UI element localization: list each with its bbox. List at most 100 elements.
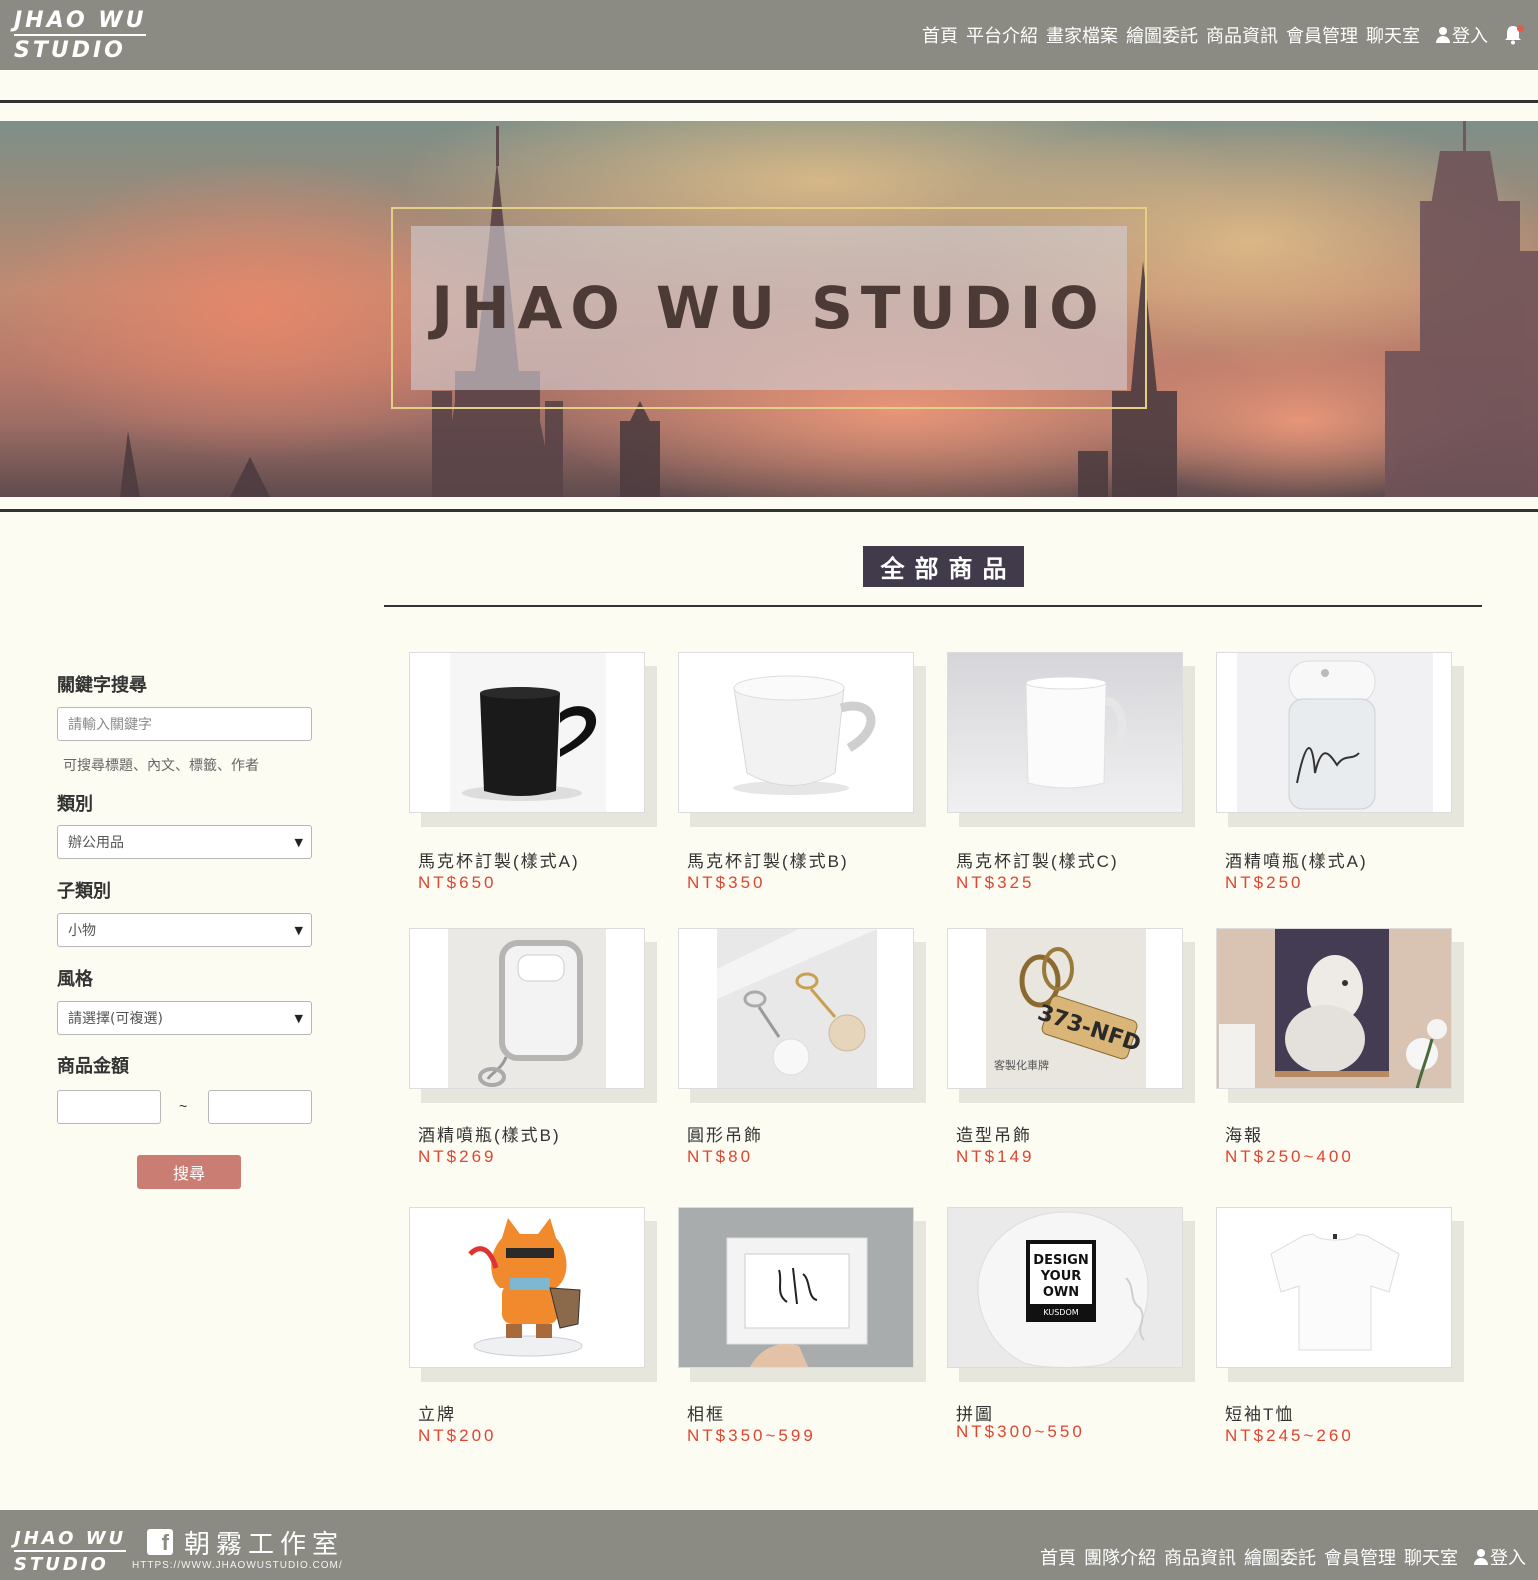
footer-nav-member-management[interactable]: 會員管理	[1324, 1544, 1396, 1570]
product-image[interactable]	[409, 928, 645, 1089]
keychain-caption: 客製化車牌	[994, 1058, 1049, 1072]
product-price: NT$149	[956, 1147, 1035, 1166]
hero-banner: JHAO WU STUDIO	[0, 121, 1538, 497]
footer-nav-home[interactable]: 首頁	[1040, 1544, 1076, 1570]
user-icon	[1436, 27, 1450, 43]
footer-nav-chatroom[interactable]: 聊天室	[1404, 1544, 1458, 1570]
product-card[interactable]	[1216, 928, 1464, 1103]
product-price: NT$269	[418, 1147, 497, 1166]
footer-nav: 首頁 團隊介紹 商品資訊 繪圖委託 會員管理 聊天室 登入	[1040, 1544, 1526, 1570]
product-name[interactable]: 酒精噴瓶(樣式A)	[1225, 847, 1368, 872]
search-button[interactable]: 搜尋	[137, 1155, 241, 1189]
product-image[interactable]	[947, 652, 1183, 813]
nav-product-info[interactable]: 商品資訊	[1206, 22, 1278, 48]
product-card[interactable]	[409, 1207, 657, 1382]
product-image[interactable]	[678, 1207, 914, 1368]
price-max-input[interactable]	[208, 1090, 312, 1124]
product-card[interactable]: 373-NFD 客製化車牌	[947, 928, 1195, 1103]
product-price: NT$250	[1225, 873, 1304, 892]
product-price: NT$245~260	[1225, 1426, 1354, 1445]
nav-artist-profiles[interactable]: 畫家檔案	[1046, 22, 1118, 48]
category-select[interactable]: 辦公用品 ▼	[57, 825, 312, 859]
logo-line2: STUDIO	[14, 38, 126, 63]
main-nav: 首頁 平台介紹 畫家檔案 繪圖委託 商品資訊 會員管理 聊天室 登入	[922, 22, 1524, 48]
product-name[interactable]: 海報	[1225, 1121, 1263, 1146]
product-image[interactable]	[678, 928, 914, 1089]
logo-line1: JHAO WU	[14, 10, 147, 36]
product-price: NT$300~550	[956, 1422, 1085, 1441]
studio-logo[interactable]: JHAO WU STUDIO	[14, 10, 147, 63]
subcategory-select[interactable]: 小物 ▼	[57, 913, 312, 947]
product-card[interactable]	[678, 652, 926, 827]
product-image[interactable]	[678, 652, 914, 813]
top-navbar: JHAO WU STUDIO 首頁 平台介紹 畫家檔案 繪圖委託 商品資訊 會員…	[0, 0, 1538, 70]
product-image[interactable]	[1216, 1207, 1452, 1368]
product-name[interactable]: 相框	[687, 1400, 725, 1425]
footer-logo-line1: JHAO WU	[14, 1530, 127, 1552]
login-link[interactable]: 登入	[1436, 22, 1488, 48]
divider-hero-bottom	[0, 509, 1538, 512]
product-price: NT$325	[956, 873, 1035, 892]
product-price: NT$350	[687, 873, 766, 892]
product-name[interactable]: 立牌	[418, 1400, 456, 1425]
nav-commission[interactable]: 繪圖委託	[1126, 22, 1198, 48]
product-card[interactable]	[1216, 1207, 1464, 1382]
product-card[interactable]	[409, 652, 657, 827]
product-image[interactable]: 373-NFD 客製化車牌	[947, 928, 1183, 1089]
keyword-search-input[interactable]: 請輸入關鍵字	[57, 707, 312, 741]
bell-icon[interactable]	[1504, 25, 1524, 45]
keyword-label: 關鍵字搜尋	[57, 675, 147, 695]
price-range-label: 商品金額	[57, 1056, 129, 1076]
category-select-value: 辦公用品	[68, 835, 124, 851]
product-name[interactable]: 馬克杯訂製(樣式C)	[956, 847, 1119, 872]
style-select-value: 請選擇(可複選)	[68, 1011, 163, 1027]
footer-nav-team[interactable]: 團隊介紹	[1084, 1544, 1156, 1570]
price-min-input[interactable]	[57, 1090, 161, 1124]
product-image[interactable]	[1216, 652, 1452, 813]
category-label: 類別	[57, 794, 93, 814]
product-card[interactable]	[678, 928, 926, 1103]
product-image[interactable]	[409, 1207, 645, 1368]
nav-home[interactable]: 首頁	[922, 22, 958, 48]
product-name[interactable]: 馬克杯訂製(樣式B)	[687, 847, 849, 872]
product-name[interactable]: 圓形吊飾	[687, 1121, 763, 1146]
product-card[interactable]	[409, 928, 657, 1103]
product-image[interactable]	[409, 652, 645, 813]
facebook-icon[interactable]: f	[147, 1529, 173, 1555]
footer: JHAO WU STUDIO f 朝霧工作室 HTTPS://WWW.JHAOW…	[0, 1510, 1538, 1580]
puzzle-text-your: YOUR	[1040, 1269, 1082, 1284]
user-icon	[1474, 1549, 1488, 1565]
caret-down-icon: ▼	[294, 836, 303, 849]
puzzle-text-design: DESIGN	[1033, 1253, 1088, 1268]
product-image[interactable]	[1216, 928, 1452, 1089]
footer-logo-line2: STUDIO	[14, 1554, 109, 1575]
product-name[interactable]: 短袖T恤	[1225, 1400, 1294, 1425]
nav-platform-intro[interactable]: 平台介紹	[966, 22, 1038, 48]
product-name[interactable]: 酒精噴瓶(樣式B)	[418, 1121, 561, 1146]
product-image[interactable]: DESIGN YOUR OWN KUSDOM	[947, 1207, 1183, 1368]
product-card[interactable]	[947, 652, 1195, 827]
product-price: NT$650	[418, 873, 497, 892]
puzzle-text-brand: KUSDOM	[1043, 1308, 1078, 1317]
product-card[interactable]	[678, 1207, 926, 1382]
product-name[interactable]: 馬克杯訂製(樣式A)	[418, 847, 580, 872]
login-label: 登入	[1452, 26, 1488, 46]
footer-logo[interactable]: JHAO WU STUDIO	[14, 1530, 127, 1575]
nav-member-management[interactable]: 會員管理	[1286, 22, 1358, 48]
price-separator: ~	[179, 1098, 188, 1114]
keyword-hint: 可搜尋標題、內文、標籤、作者	[63, 758, 259, 774]
product-name[interactable]: 造型吊飾	[956, 1121, 1032, 1146]
footer-login-link[interactable]: 登入	[1474, 1544, 1526, 1570]
product-card[interactable]	[1216, 652, 1464, 827]
studio-chinese-name: 朝霧工作室	[184, 1530, 345, 1560]
section-divider	[384, 605, 1482, 607]
product-price: NT$250~400	[1225, 1147, 1354, 1166]
hero-title: JHAO WU STUDIO	[431, 274, 1107, 342]
style-select[interactable]: 請選擇(可複選) ▼	[57, 1001, 312, 1035]
footer-nav-product-info[interactable]: 商品資訊	[1164, 1544, 1236, 1570]
subcategory-label: 子類別	[57, 881, 111, 901]
footer-nav-commission[interactable]: 繪圖委託	[1244, 1544, 1316, 1570]
nav-chatroom[interactable]: 聊天室	[1366, 22, 1420, 48]
studio-url[interactable]: HTTPS://WWW.JHAOWUSTUDIO.COM/	[132, 1560, 343, 1571]
product-card[interactable]: DESIGN YOUR OWN KUSDOM	[947, 1207, 1195, 1382]
